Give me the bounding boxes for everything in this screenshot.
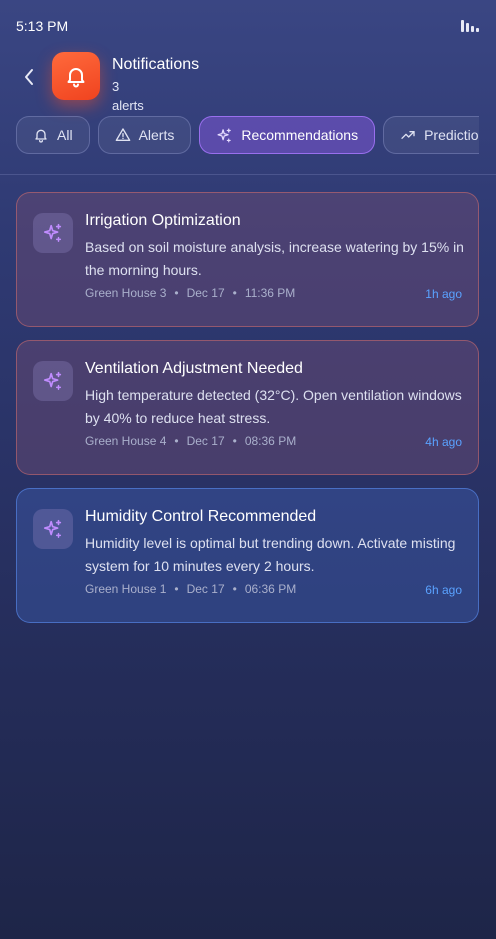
- status-bar: 5:13 PM: [0, 0, 496, 52]
- notification-body: Humidity level is optimal but trending d…: [85, 535, 456, 574]
- header: Notifications 3 alerts: [0, 52, 496, 114]
- page-title: Notifications: [112, 56, 200, 73]
- sparkles-icon: [43, 519, 62, 538]
- tab-predictions[interactable]: Predictions: [383, 116, 479, 154]
- separator-dot: •: [174, 582, 179, 596]
- bell-icon: [67, 68, 85, 88]
- separator-dot: •: [174, 286, 179, 300]
- notification-title: Humidity Control Recommended: [85, 508, 317, 525]
- tab-all[interactable]: All: [16, 116, 90, 154]
- sparkles-icon: [217, 127, 232, 142]
- bell-icon: [35, 129, 47, 143]
- chevron-left-icon: [25, 69, 33, 85]
- card-icon-tile: [33, 509, 73, 549]
- notification-meta: Green House 3 • Dec 17 • 11:36 PM: [85, 286, 295, 300]
- sparkles-icon: [43, 371, 62, 390]
- notification-body: Based on soil moisture analysis, increas…: [85, 239, 464, 278]
- separator-dot: •: [232, 434, 237, 448]
- tab-recommendations[interactable]: Recommendations: [199, 116, 376, 154]
- tab-label: Alerts: [138, 127, 175, 143]
- notification-meta: Green House 1 • Dec 17 • 06:36 PM: [85, 582, 296, 596]
- notification-card[interactable]: Humidity Control Recommended Humidity le…: [16, 488, 479, 623]
- notification-title: Irrigation Optimization: [85, 212, 241, 229]
- separator-dot: •: [232, 582, 237, 596]
- separator-dot: •: [174, 434, 179, 448]
- signal-bars-icon: [461, 19, 480, 32]
- time: 06:36 PM: [244, 582, 297, 596]
- tab-label: All: [57, 127, 73, 143]
- date: Dec 17: [186, 286, 225, 300]
- time-ago: 6h ago: [425, 583, 462, 597]
- time: 11:36 PM: [244, 286, 296, 300]
- back-button[interactable]: [16, 64, 42, 90]
- time: 08:36 PM: [244, 434, 297, 448]
- card-icon-tile: [33, 361, 73, 401]
- card-icon-tile: [33, 213, 73, 253]
- date: Dec 17: [186, 434, 225, 448]
- divider: [0, 174, 496, 175]
- notification-card[interactable]: Ventilation Adjustment Needed High tempe…: [16, 340, 479, 475]
- time-ago: 4h ago: [425, 435, 462, 449]
- location: Green House 4: [85, 434, 167, 448]
- notification-list: Irrigation Optimization Based on soil mo…: [16, 192, 479, 636]
- separator-dot: •: [232, 286, 237, 300]
- time-ago: 1h ago: [425, 287, 462, 301]
- notification-card[interactable]: Irrigation Optimization Based on soil mo…: [16, 192, 479, 327]
- status-time: 5:13 PM: [16, 18, 69, 34]
- alert-count-label: alerts: [112, 98, 144, 113]
- location: Green House 1: [85, 582, 167, 596]
- sparkles-icon: [43, 223, 62, 242]
- tab-label: Predictions: [424, 127, 479, 143]
- notification-title: Ventilation Adjustment Needed: [85, 360, 303, 377]
- tab-label: Recommendations: [241, 127, 359, 143]
- date: Dec 17: [186, 582, 225, 596]
- trending-up-icon: [401, 131, 415, 139]
- tab-alerts[interactable]: Alerts: [97, 116, 192, 154]
- notification-meta: Green House 4 • Dec 17 • 08:36 PM: [85, 434, 296, 448]
- app-icon: [52, 52, 100, 100]
- location: Green House 3: [85, 286, 167, 300]
- notification-body: High temperature detected (32°C). Open v…: [85, 387, 462, 426]
- filter-tabs: All Alerts Recommendations Predictions: [16, 116, 479, 156]
- alert-count: 3: [112, 79, 120, 94]
- warning-triangle-icon: [115, 128, 130, 141]
